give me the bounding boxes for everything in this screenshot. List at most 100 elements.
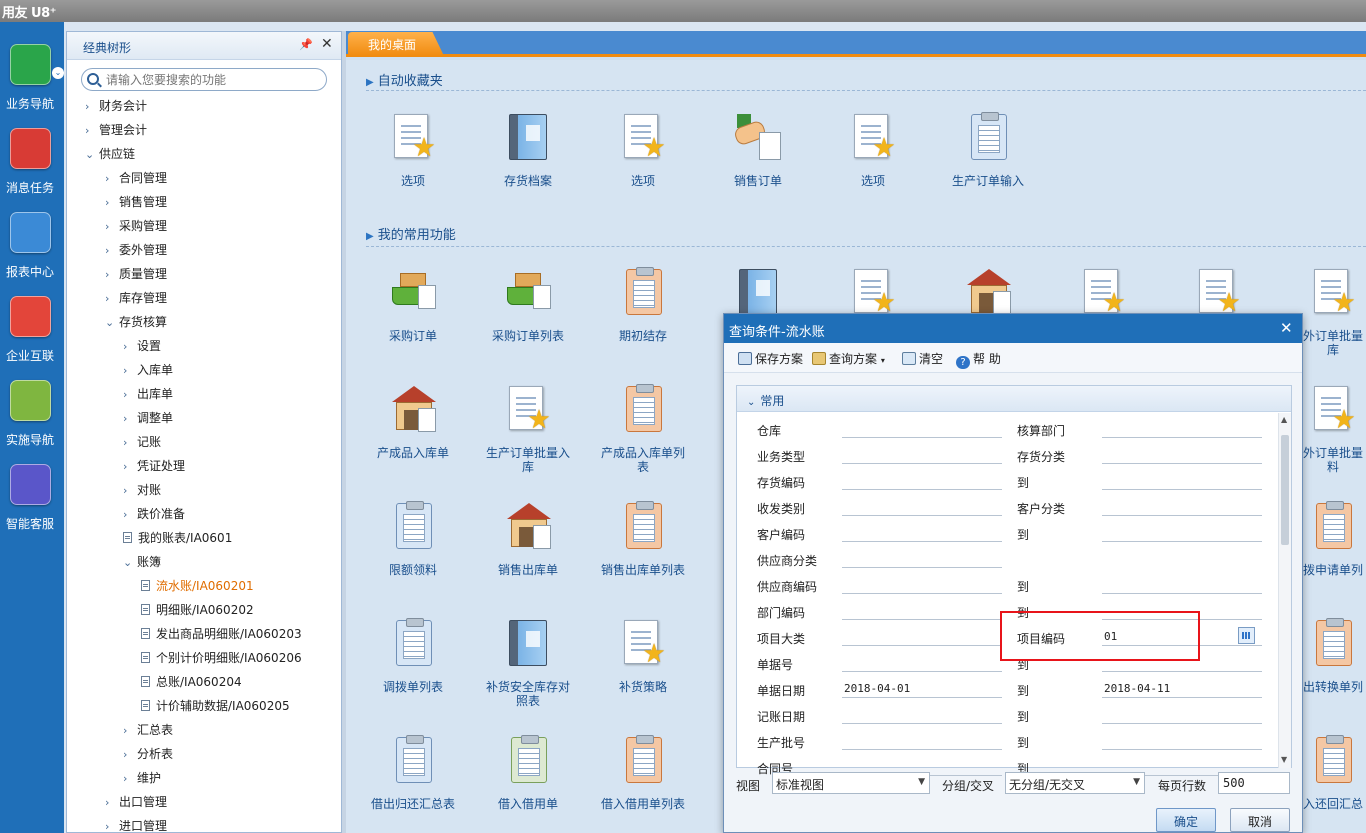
rail-item[interactable]: 实施导航	[0, 380, 64, 464]
shortcut-item[interactable]: 借入借用单列表	[586, 735, 700, 815]
tree-node[interactable]: › 库存管理	[105, 289, 167, 309]
shortcut-item[interactable]: 销售出库单列表	[586, 501, 700, 581]
condition-value[interactable]: 01	[1104, 630, 1117, 643]
shortcut-item[interactable]: 补货安全库存对 照表	[471, 618, 585, 708]
tree-node[interactable]: › 设置	[123, 337, 161, 357]
shortcut-item[interactable]: ★ 选项	[356, 112, 470, 192]
condition-field-underline[interactable]	[842, 619, 1002, 620]
tree-node[interactable]: 计价辅助数据/IA060205	[141, 697, 290, 717]
condition-field-underline[interactable]	[842, 645, 1002, 646]
condition-field-underline[interactable]	[842, 593, 1002, 594]
group-cross-select[interactable]: 无分组/无交叉 ▼	[1005, 772, 1145, 794]
tree-node[interactable]: › 维护	[123, 769, 161, 789]
condition-field-underline[interactable]	[1102, 489, 1262, 490]
shortcut-item[interactable]: 限额领料	[356, 501, 470, 581]
pin-icon[interactable]: 📌	[299, 38, 313, 51]
scroll-thumb[interactable]	[1281, 435, 1289, 545]
tree-node[interactable]: › 调整单	[123, 409, 173, 429]
close-icon[interactable]: ✕	[321, 36, 333, 52]
shortcut-item[interactable]: 存货档案	[471, 112, 585, 192]
condition-field-underline[interactable]	[842, 567, 1002, 568]
rows-per-page-input[interactable]: 500	[1218, 772, 1290, 794]
tree-node[interactable]: › 记账	[123, 433, 161, 453]
condition-field-underline[interactable]	[842, 749, 1002, 750]
condition-value[interactable]: 2018-04-11	[1104, 682, 1170, 695]
tree-search-box[interactable]	[81, 68, 327, 91]
conditions-scrollbar[interactable]: ▲ ▼	[1278, 413, 1291, 768]
tree-node[interactable]: ⌄ 供应链	[85, 145, 135, 165]
reference-picker-icon[interactable]	[1238, 627, 1255, 644]
shortcut-item[interactable]: 借出归还汇总表	[356, 735, 470, 815]
dialog-close-icon[interactable]: ✕	[1280, 319, 1293, 337]
shortcut-item[interactable]: ★ 选项	[586, 112, 700, 192]
search-input[interactable]	[106, 71, 316, 88]
tree-node[interactable]: › 出库单	[123, 385, 173, 405]
tree-node[interactable]: › 入库单	[123, 361, 173, 381]
condition-field-underline[interactable]	[1102, 697, 1262, 698]
tree-node[interactable]: › 对账	[123, 481, 161, 501]
chevron-down-icon[interactable]: ⌄	[52, 67, 64, 79]
ok-button[interactable]: 确定	[1156, 808, 1216, 832]
condition-field-underline[interactable]	[1102, 671, 1262, 672]
condition-field-underline[interactable]	[842, 671, 1002, 672]
condition-field-underline[interactable]	[842, 515, 1002, 516]
condition-field-underline[interactable]	[1102, 541, 1262, 542]
condition-field-underline[interactable]	[1102, 619, 1262, 620]
shortcut-item[interactable]: 销售订单	[701, 112, 815, 192]
tree-node[interactable]: 个别计价明细账/IA060206	[141, 649, 302, 669]
shortcut-item[interactable]: 期初结存	[586, 267, 700, 347]
shortcut-item[interactable]: 借入借用单	[471, 735, 585, 815]
tree-node[interactable]: › 出口管理	[105, 793, 167, 813]
rail-item[interactable]: 业务导航 ⌄	[0, 44, 64, 128]
shortcut-item[interactable]: 采购订单列表	[471, 267, 585, 347]
shortcut-item[interactable]: ★ 补货策略	[586, 618, 700, 698]
group-header-common[interactable]: ⌄ 常用	[737, 386, 1291, 412]
tree-node[interactable]: › 进口管理	[105, 817, 167, 833]
query-scheme-button[interactable]: 查询方案 ▾	[812, 350, 885, 367]
shortcut-item[interactable]: 销售出库单	[471, 501, 585, 581]
tree-node[interactable]: › 跌价准备	[123, 505, 185, 525]
tree-node[interactable]: ⌄ 存货核算	[105, 313, 167, 333]
condition-value[interactable]: 2018-04-01	[844, 682, 910, 695]
shortcut-item[interactable]: 产成品入库单	[356, 384, 470, 464]
tree-node[interactable]: 发出商品明细账/IA060203	[141, 625, 302, 645]
condition-field-underline[interactable]	[1102, 723, 1262, 724]
tree-node[interactable]: › 汇总表	[123, 721, 173, 741]
condition-field-underline[interactable]	[842, 697, 1002, 698]
condition-field-underline[interactable]	[1102, 463, 1262, 464]
tree-node[interactable]: ⌄ 账簿	[123, 553, 161, 573]
condition-field-underline[interactable]	[842, 723, 1002, 724]
tree-node[interactable]: › 销售管理	[105, 193, 167, 213]
rail-item[interactable]: 报表中心	[0, 212, 64, 296]
tree-node[interactable]: 总账/IA060204	[141, 673, 242, 693]
tree-node[interactable]: › 分析表	[123, 745, 173, 765]
help-button[interactable]: ? 帮 助	[956, 350, 1001, 369]
tree-node[interactable]: › 合同管理	[105, 169, 167, 189]
condition-field-underline[interactable]	[842, 463, 1002, 464]
rail-item[interactable]: 智能客服	[0, 464, 64, 548]
clear-button[interactable]: 清空	[902, 350, 943, 367]
tree-node[interactable]: › 管理会计	[85, 121, 147, 141]
tree-node[interactable]: 流水账/IA060201	[141, 577, 254, 597]
save-scheme-button[interactable]: 保存方案	[738, 350, 803, 367]
tab-my-desktop[interactable]: 我的桌面	[348, 32, 444, 56]
condition-field-underline[interactable]	[1102, 515, 1262, 516]
cancel-button[interactable]: 取消	[1230, 808, 1290, 832]
tree-node[interactable]: › 采购管理	[105, 217, 167, 237]
shortcut-item[interactable]: ★ 选项	[816, 112, 930, 192]
tree-node[interactable]: › 质量管理	[105, 265, 167, 285]
shortcut-item[interactable]: 产成品入库单列表	[586, 384, 700, 474]
condition-field-underline[interactable]	[842, 437, 1002, 438]
shortcut-item[interactable]: 调拨单列表	[356, 618, 470, 698]
scroll-up-icon[interactable]: ▲	[1281, 415, 1287, 424]
condition-field-underline[interactable]	[1102, 593, 1262, 594]
shortcut-item[interactable]: 生产订单输入	[931, 112, 1045, 192]
rail-item[interactable]: 企业互联	[0, 296, 64, 380]
condition-field-underline[interactable]	[1102, 645, 1262, 646]
shortcut-item[interactable]: ★ 生产订单批量入库	[471, 384, 585, 474]
condition-field-underline[interactable]	[1102, 749, 1262, 750]
view-select[interactable]: 标准视图 ▼	[772, 772, 930, 794]
condition-field-underline[interactable]	[1102, 437, 1262, 438]
condition-field-underline[interactable]	[842, 541, 1002, 542]
tree-node[interactable]: 我的账表/IA0601	[123, 529, 232, 549]
